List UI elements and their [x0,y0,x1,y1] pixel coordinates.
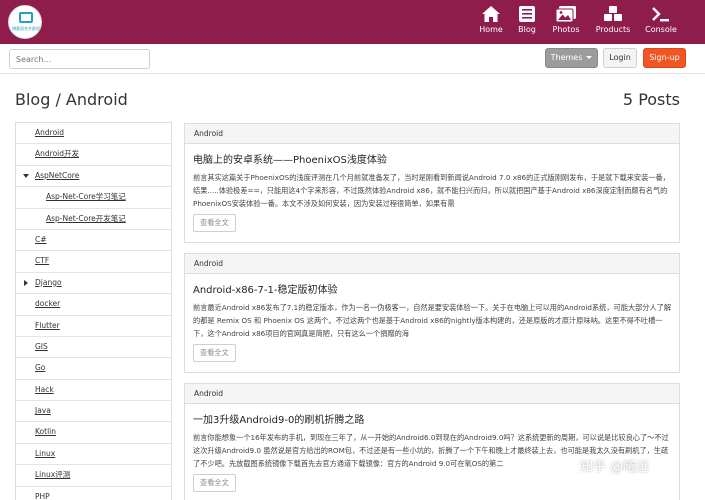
read-more-button[interactable]: 查看全文 [193,344,236,362]
sidebar-item-label: Django [35,277,62,287]
post-category: Android [185,384,679,404]
read-more-button[interactable]: 查看全文 [193,214,236,232]
sidebar-item-label: Flutter [35,320,60,330]
sidebar-item-label: Android开发 [35,149,79,159]
sidebar-item-aspnetcore[interactable]: AspNetCore [16,166,171,188]
signup-button[interactable]: Sign-up [643,48,686,68]
post-category: Android [185,254,679,274]
sidebar-item-label: AspNetCore [35,170,80,180]
sidebar-item-label: Go [35,363,46,373]
sidebar-item-gis[interactable]: GIS [16,337,171,359]
sidebar-item-label: Kotlin [35,427,56,437]
site-logo[interactable]: 博客园合并群组 [8,5,42,39]
sidebar-item-kotlin[interactable]: Kotlin [16,422,171,444]
post-count: 5 Posts [622,90,680,109]
sidebar-item-hack[interactable]: Hack [16,380,171,402]
sidebar-item-docker[interactable]: docker [16,294,171,316]
sidebar-item-java[interactable]: Java [16,401,171,423]
list-icon [519,6,535,22]
nav-photos[interactable]: Photos [549,5,583,39]
sidebar-item-label: C# [35,234,47,244]
nav-photos-label: Photos [552,25,580,34]
post-card: Android 电脑上的安卓系统——PhoenixOS浅度体验 前言其实这篇关于… [184,123,680,243]
nav-console-label: Console [645,25,677,34]
nav-home[interactable]: Home [477,5,505,39]
sidebar-item-go[interactable]: Go [16,358,171,380]
themes-label: Themes [550,53,583,62]
post-category: Android [185,124,679,144]
cubes-icon [604,6,622,21]
sidebar-item-linux-review[interactable]: Linux评测 [16,465,171,487]
sidebar-item-label: Asp-Net-Core开发笔记 [46,213,126,223]
category-sidebar: Android Android开发 AspNetCore Asp-Net-Cor… [15,122,172,500]
sidebar-item-android-dev[interactable]: Android开发 [16,144,171,166]
search-input[interactable] [9,49,150,69]
page-title: Blog / Android [15,90,128,109]
sidebar-item-label: PHP [35,491,50,500]
top-navbar: 博客园合并群组 Home Blog Photos Products Consol… [0,0,705,44]
terminal-icon [652,7,669,22]
login-button[interactable]: Login [603,48,637,68]
sidebar-item-linux[interactable]: Linux [16,444,171,466]
post-title[interactable]: 电脑上的安卓系统——PhoenixOS浅度体验 [193,154,671,168]
collapsed-triangle-icon[interactable] [24,279,28,286]
home-icon [482,6,500,22]
sidebar-item-django[interactable]: Django [16,273,171,295]
nav-products[interactable]: Products [593,5,633,39]
themes-dropdown-button[interactable]: Themes [545,48,598,68]
sidebar-item-csharp[interactable]: C# [16,230,171,252]
sidebar-item-label: CTF [35,256,50,266]
logo-text: 博客园合并群组 [12,26,40,31]
caret-down-icon [586,56,593,59]
sidebar-item-flutter[interactable]: Flutter [16,316,171,337]
nav-products-label: Products [595,25,631,34]
read-more-button[interactable]: 查看全文 [193,474,236,492]
sidebar-item-android[interactable]: Android [16,123,171,145]
nav-console[interactable]: Console [643,5,679,39]
toolbar: Themes Login Sign-up [0,44,705,74]
sidebar-subitem-aspnetcore-dev[interactable]: Asp-Net-Core开发笔记 [16,209,171,230]
sidebar-item-label: Hack [35,384,54,394]
post-title[interactable]: Android-x86-7-1-稳定版初体验 [193,284,671,298]
sidebar-item-label: docker [35,299,61,309]
nav-blog[interactable]: Blog [514,5,540,39]
sidebar-item-php[interactable]: PHP [16,487,171,500]
sidebar-item-label: Asp-Net-Core学习笔记 [46,192,126,202]
expanded-triangle-icon[interactable] [23,173,29,178]
sidebar-item-label: Android [35,128,64,137]
sidebar-item-label: Java [35,406,51,416]
sidebar-subitem-aspnetcore-notes[interactable]: Asp-Net-Core学习笔记 [16,187,171,209]
nav-home-label: Home [479,25,503,34]
post-card: Android 一加3升级Android9-0的刷机折腾之路 前言你能想象一个1… [184,383,680,500]
photos-icon [555,6,576,23]
sidebar-item-ctf[interactable]: CTF [16,251,171,273]
sidebar-item-label: GIS [35,341,48,351]
post-excerpt: 前言其实这篇关于PhoenixOS的浅度评测在几个月前就准备发了，当时是刚看到新… [193,173,670,208]
post-excerpt: 前言最近Android x86发布了7.1的稳定版本，作为一名一伪极客一，自然是… [193,303,671,338]
sidebar-item-label: Linux [35,448,56,458]
monitor-icon [19,12,33,23]
nav-blog-label: Blog [518,25,536,34]
post-card: Android Android-x86-7-1-稳定版初体验 前言最近Andro… [184,253,680,373]
post-title[interactable]: 一加3升级Android9-0的刷机折腾之路 [193,414,671,428]
watermark: 知乎 @曦远 [580,460,650,475]
sidebar-item-label: Linux评测 [35,470,71,480]
